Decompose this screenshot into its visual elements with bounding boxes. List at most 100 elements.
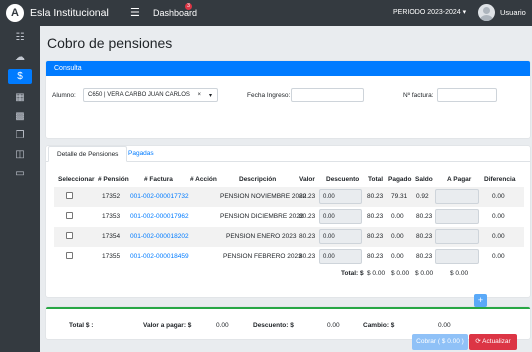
dashboard-link[interactable]: Dashboard — [153, 8, 197, 18]
totals-apagar: $ 0.00 — [450, 270, 469, 277]
row-checkbox[interactable] — [66, 212, 73, 219]
pagado-cell: 0.00 — [391, 253, 404, 260]
tab-bar: Detalle de Pensiones Pagadas — [46, 146, 530, 162]
saldo-cell: 80.23 — [416, 253, 433, 260]
copy-icon[interactable]: ❐ — [8, 128, 32, 143]
avatar — [478, 4, 495, 21]
totals-pagado: $ 0.00 — [391, 270, 410, 277]
pension-cell: 17353 — [102, 213, 121, 220]
fecha-ingreso-input[interactable] — [291, 88, 364, 102]
col-seleccionar: Seleccionar — [58, 176, 95, 183]
descuento-input: 0.00 — [319, 229, 362, 244]
descuento-label: Descuento: $ — [253, 322, 294, 329]
pension-cell: 17352 — [102, 193, 121, 200]
apagar-input — [435, 249, 479, 264]
periodo-label: PERIODO 2023-2024 — [393, 9, 461, 16]
main-content: Cobro de pensiones Consulta Alumno: C650… — [40, 26, 532, 352]
descuento-value: 0.00 — [327, 322, 340, 329]
total-cell: 80.23 — [367, 253, 384, 260]
factura-link[interactable]: 001-002-000017962 — [130, 213, 189, 220]
sitemap-icon[interactable]: ☷ — [8, 30, 32, 45]
factura-input[interactable] — [437, 88, 497, 102]
factura-link[interactable]: 001-002-000018459 — [130, 253, 189, 260]
alumno-select[interactable]: C650 | VERA CARBO JUAN CARLOS × ▾ — [83, 88, 218, 102]
chevron-down-icon: ▾ — [208, 93, 212, 99]
periodo-dropdown[interactable]: PERIODO 2023-2024 ▾ — [393, 8, 466, 16]
table-row: 17354 001-002-000018202 PENSION ENERO 20… — [54, 227, 524, 247]
fecha-ingreso-label: Fecha Ingreso: — [247, 92, 291, 99]
diferencia-cell: 0.00 — [492, 233, 505, 240]
pensiones-card: Detalle de Pensiones Pagadas Seleccionar… — [46, 146, 530, 297]
descuento-input: 0.00 — [319, 249, 362, 264]
total-cell: 80.23 — [367, 193, 384, 200]
totals-saldo: $ 0.00 — [415, 270, 434, 277]
col-valor: Valor — [299, 176, 315, 183]
actualizar-label: Actualizar — [482, 338, 511, 345]
valor-cell: 80.23 — [299, 233, 316, 240]
col-apagar: A Pagar — [447, 176, 472, 183]
pension-cell: 17355 — [102, 253, 121, 260]
add-payment-button[interactable]: + — [474, 294, 487, 307]
dollar-circle-icon[interactable]: $ — [8, 69, 32, 84]
top-navbar: A Esla Institucional ☰ Dashboard 3 PERIO… — [0, 0, 532, 26]
col-saldo: Saldo — [415, 176, 433, 183]
sidebar: ☷ ☁ $ ▦ ▩ ❐ ◫ ▭ — [0, 26, 40, 352]
table-row: 17353 001-002-000017962 PENSION DICIEMBR… — [54, 207, 524, 227]
row-checkbox[interactable] — [66, 232, 73, 239]
valor-cell: 80.23 — [299, 253, 316, 260]
col-pagado: Pagado — [388, 176, 412, 183]
total-label: Total $ : — [69, 322, 94, 329]
plus-icon: + — [477, 295, 484, 305]
col-descripcion: Descripción — [239, 176, 277, 183]
totals-label: Total: $ — [341, 270, 364, 277]
col-accion: # Acción — [190, 176, 217, 183]
descripcion-cell: PENSION NOVIEMBRE 2022 — [220, 193, 307, 200]
factura-link[interactable]: 001-002-000018202 — [130, 233, 189, 240]
brand[interactable]: A Esla Institucional — [6, 4, 109, 22]
user-menu[interactable]: Usuario — [478, 4, 526, 21]
cloud-icon[interactable]: ☁ — [8, 50, 32, 65]
apagar-input — [435, 209, 479, 224]
col-pension: # Pensión — [98, 176, 129, 183]
valor-cell: 80.23 — [299, 193, 316, 200]
pagado-cell: 0.00 — [391, 213, 404, 220]
calendar-icon[interactable]: ▦ — [8, 90, 32, 105]
pagado-cell: 0.00 — [391, 233, 404, 240]
hamburger-icon[interactable]: ☰ — [130, 6, 140, 19]
save-icon[interactable]: ▩ — [8, 109, 32, 124]
col-diferencia: Diferencia — [484, 176, 516, 183]
tab-pagadas[interactable]: Pagadas — [120, 146, 162, 162]
logo-icon: A — [6, 4, 24, 22]
tab-detalle[interactable]: Detalle de Pensiones — [48, 146, 128, 162]
actualizar-button[interactable]: ⟳ Actualizar — [469, 334, 517, 350]
descuento-input: 0.00 — [319, 209, 362, 224]
alumno-value: C650 | VERA CARBO JUAN CARLOS — [88, 92, 190, 98]
monitor-icon[interactable]: ▭ — [8, 166, 32, 181]
descripcion-cell: PENSION DICIEMBRE 2022 — [220, 213, 304, 220]
descripcion-cell: PENSION ENERO 2023 — [226, 233, 297, 240]
cobrar-button[interactable]: Cobrar ( $ 0.00 ) — [412, 334, 468, 350]
row-checkbox[interactable] — [66, 252, 73, 259]
table-row: 17355 001-002-000018459 PENSION FEBRERO … — [54, 247, 524, 267]
apagar-input — [435, 189, 479, 204]
pagado-cell: 79.31 — [391, 193, 408, 200]
notification-badge: 3 — [185, 3, 192, 10]
col-factura: # Factura — [144, 176, 173, 183]
row-checkbox[interactable] — [66, 192, 73, 199]
saldo-cell: 80.23 — [416, 233, 433, 240]
apagar-input — [435, 229, 479, 244]
factura-link[interactable]: 001-002-000017732 — [130, 193, 189, 200]
total-cell: 80.23 — [367, 233, 384, 240]
valor-cell: 80.23 — [299, 213, 316, 220]
total-cell: 80.23 — [367, 213, 384, 220]
factura-label: Nº factura: — [403, 92, 434, 99]
descripcion-cell: PENSION FEBRERO 2023 — [223, 253, 302, 260]
gift-icon[interactable]: ◫ — [8, 147, 32, 162]
consulta-card: Consulta Alumno: C650 | VERA CARBO JUAN … — [46, 61, 530, 138]
clear-icon[interactable]: × — [197, 92, 201, 98]
diferencia-cell: 0.00 — [492, 213, 505, 220]
pension-cell: 17354 — [102, 233, 121, 240]
page-title: Cobro de pensiones — [47, 35, 173, 51]
brand-name: Esla Institucional — [30, 7, 109, 19]
diferencia-cell: 0.00 — [492, 253, 505, 260]
